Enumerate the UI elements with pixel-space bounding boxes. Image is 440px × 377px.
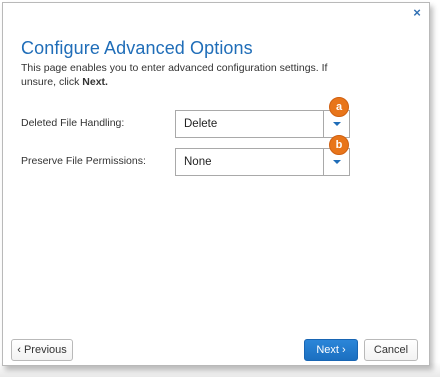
dialog-description: This page enables you to enter advanced …: [21, 61, 351, 89]
chevron-down-icon: [333, 122, 341, 126]
description-next-emphasis: Next.: [82, 76, 108, 88]
deleted-file-handling-value: Delete: [184, 118, 218, 130]
deleted-file-handling-label: Deleted File Handling:: [21, 117, 125, 129]
next-button[interactable]: Next ›: [304, 339, 358, 361]
callout-badge-a: a: [329, 97, 349, 117]
close-icon[interactable]: ×: [410, 6, 424, 20]
description-text: This page enables you to enter advanced …: [21, 62, 328, 88]
preserve-file-permissions-value: None: [184, 156, 212, 168]
dialog-title: Configure Advanced Options: [21, 38, 253, 58]
configure-advanced-options-dialog: × Configure Advanced Options This page e…: [2, 2, 430, 366]
preserve-file-permissions-label: Preserve File Permissions:: [21, 155, 146, 167]
chevron-down-icon: [333, 160, 341, 164]
previous-button[interactable]: ‹ Previous: [11, 339, 73, 361]
preserve-file-permissions-select[interactable]: None: [175, 148, 350, 176]
callout-badge-b: b: [329, 135, 349, 155]
deleted-file-handling-select[interactable]: Delete: [175, 110, 350, 138]
cancel-button[interactable]: Cancel: [364, 339, 418, 361]
